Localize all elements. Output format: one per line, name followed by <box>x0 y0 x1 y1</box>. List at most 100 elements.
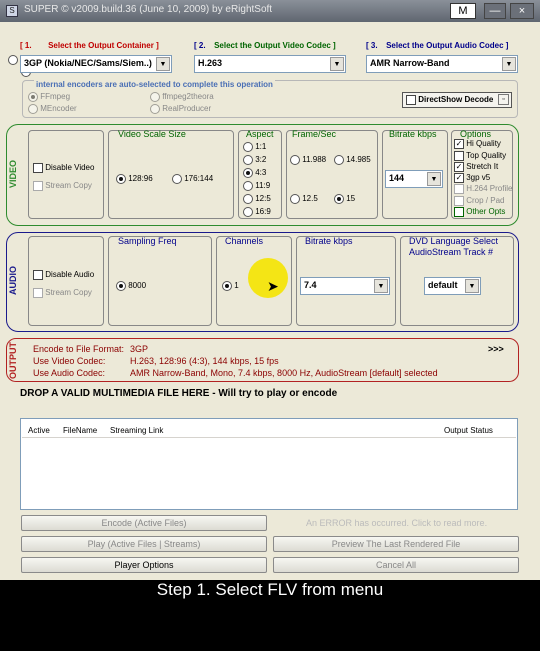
encoder-ffmpeg2theora: ffmpeg2theora <box>150 92 214 102</box>
fps-option[interactable]: 12.5 <box>290 194 318 204</box>
channels-label: Channels <box>225 236 264 246</box>
col-active[interactable]: Active <box>28 426 50 435</box>
cancel-all-button[interactable]: Cancel All <box>273 557 519 573</box>
radio-icon <box>150 92 160 102</box>
play-button[interactable]: Play (Active Files | Streams) <box>21 536 267 552</box>
radio-icon <box>243 155 253 165</box>
directshow-checkbox[interactable]: DirectShow Decode ▫ <box>402 92 512 108</box>
fps-option[interactable]: 14.985 <box>334 155 371 165</box>
sampling-option[interactable]: 8000 <box>116 281 146 291</box>
dvd-track-select[interactable]: default ▼ <box>424 277 481 295</box>
mode-radio-1[interactable] <box>8 54 18 65</box>
disable-audio-checkbox[interactable]: Disable Audio <box>33 270 94 280</box>
fps-panel <box>286 130 378 219</box>
output-audio-value: AMR Narrow-Band, Mono, 7.4 kbps, 8000 Hz… <box>130 368 438 378</box>
encoder-ffmpeg: FFmpeg <box>28 92 70 102</box>
minimize-button[interactable]: — <box>484 3 506 19</box>
video-streamcopy-checkbox[interactable]: Stream Copy <box>33 181 92 191</box>
opt-h264-profile[interactable]: H.264 Profile <box>454 184 512 194</box>
audio-streamcopy-checkbox[interactable]: Stream Copy <box>33 288 92 298</box>
fps-option[interactable]: 15 <box>334 194 355 204</box>
radio-icon <box>243 194 253 204</box>
scale-option[interactable]: 128:96 <box>116 174 153 184</box>
checkbox-icon <box>33 288 43 298</box>
step2-label: [ 2. Select the Output Video Codec ] <box>194 41 336 50</box>
radio-icon <box>150 104 160 114</box>
fps-option[interactable]: 11.988 <box>290 155 326 165</box>
dvd-language-label: DVD Language Select <box>409 236 499 246</box>
fps-label: Frame/Sec <box>292 129 337 139</box>
sampling-label: Sampling Freq <box>118 236 177 246</box>
channels-option[interactable]: 1 <box>222 281 239 291</box>
aspect-option[interactable]: 11:9 <box>243 181 270 191</box>
video-options-label: Options <box>460 129 492 139</box>
audio-codec-select[interactable]: AMR Narrow-Band ▼ <box>366 55 518 73</box>
checkbox-icon <box>33 270 43 280</box>
encoders-heading: internal encoders are auto-selected to c… <box>34 80 275 89</box>
video-section-label: VIDEO <box>8 160 18 189</box>
encode-button[interactable]: Encode (Active Files) <box>21 515 267 531</box>
radio-icon <box>334 194 344 204</box>
container-select[interactable]: 3GP (Nokia/NEC/Sams/Siem..) ▼ <box>20 55 172 73</box>
aspect-option[interactable]: 1:1 <box>243 142 266 152</box>
col-streaming-link[interactable]: Streaming Link <box>110 426 163 435</box>
checkbox-icon <box>454 207 464 217</box>
check-icon: ✓ <box>454 139 464 149</box>
app-window: S SUPER © v2009.build.36 (June 10, 2009)… <box>0 0 540 580</box>
chevron-down-icon: ▼ <box>156 57 170 71</box>
radio-icon <box>172 174 182 184</box>
radio-icon <box>243 207 253 217</box>
output-format-label: Encode to File Format: <box>33 344 125 354</box>
checkbox-icon <box>33 181 43 191</box>
window-title: SUPER © v2009.build.36 (June 10, 2009) b… <box>24 4 273 15</box>
aspect-option[interactable]: 16:9 <box>243 207 271 217</box>
drop-zone-label: DROP A VALID MULTIMEDIA FILE HERE - Will… <box>20 388 338 399</box>
aspect-option[interactable]: 4:3 <box>243 168 266 178</box>
video-bitrate-select[interactable]: 144 ▼ <box>385 170 443 188</box>
col-output-status[interactable]: Output Status <box>444 426 493 435</box>
app-icon: S <box>6 5 18 17</box>
dvd-track-label: AudioStream Track # <box>409 247 494 257</box>
output-video-value: H.263, 128:96 (4:3), 144 kbps, 15 fps <box>130 356 279 366</box>
audio-section-label: AUDIO <box>8 266 18 295</box>
check-icon: ✓ <box>454 162 464 172</box>
disable-video-checkbox[interactable]: Disable Video <box>33 163 94 173</box>
video-bitrate-label: Bitrate kbps <box>389 129 437 139</box>
audio-bitrate-select[interactable]: 7.4 ▼ <box>300 277 390 295</box>
chevron-down-icon: ▼ <box>427 172 441 186</box>
settings-icon: ▫ <box>498 94 509 105</box>
radio-icon <box>116 174 126 184</box>
scale-option[interactable]: 176:144 <box>172 174 213 184</box>
audio-bitrate-label: Bitrate kbps <box>305 236 353 246</box>
opt-hi-quality[interactable]: ✓ Hi Quality <box>454 139 501 149</box>
chevron-down-icon: ▼ <box>330 57 344 71</box>
check-icon: ✓ <box>454 173 464 183</box>
close-button[interactable]: × <box>510 3 534 19</box>
opt-stretch[interactable]: ✓ Stretch It <box>454 162 498 172</box>
opt-crop-pad[interactable]: Crop / Pad <box>454 196 504 206</box>
tutorial-caption: Step 1. Select FLV from menu <box>156 580 384 599</box>
aspect-option[interactable]: 3:2 <box>243 155 266 165</box>
radio-icon <box>290 155 300 165</box>
aspect-option[interactable]: 12:5 <box>243 194 271 204</box>
opt-other-opts[interactable]: Other Opts <box>454 207 505 217</box>
video-codec-select[interactable]: H.263 ▼ <box>194 55 346 73</box>
preview-button[interactable]: Preview The Last Rendered File <box>273 536 519 552</box>
m-button[interactable]: M <box>450 3 476 19</box>
video-disable-panel <box>28 130 104 219</box>
radio-icon <box>334 155 344 165</box>
radio-icon <box>116 281 126 291</box>
opt-3gp-v5[interactable]: ✓ 3gp v5 <box>454 173 490 183</box>
radio-icon <box>290 194 300 204</box>
output-more-link[interactable]: >>> <box>488 344 504 354</box>
col-filename[interactable]: FileName <box>63 426 97 435</box>
chevron-down-icon: ▼ <box>374 279 388 293</box>
output-audio-label: Use Audio Codec: <box>33 368 106 378</box>
checkbox-icon <box>454 196 464 206</box>
checkbox-icon <box>33 163 43 173</box>
encoder-mencoder: MEncoder <box>28 104 77 114</box>
output-format-value: 3GP <box>130 344 149 354</box>
player-options-button[interactable]: Player Options <box>21 557 267 573</box>
opt-top-quality[interactable]: Top Quality <box>454 151 506 161</box>
error-message-link[interactable]: An ERROR has occurred. Click to read mor… <box>306 518 487 528</box>
